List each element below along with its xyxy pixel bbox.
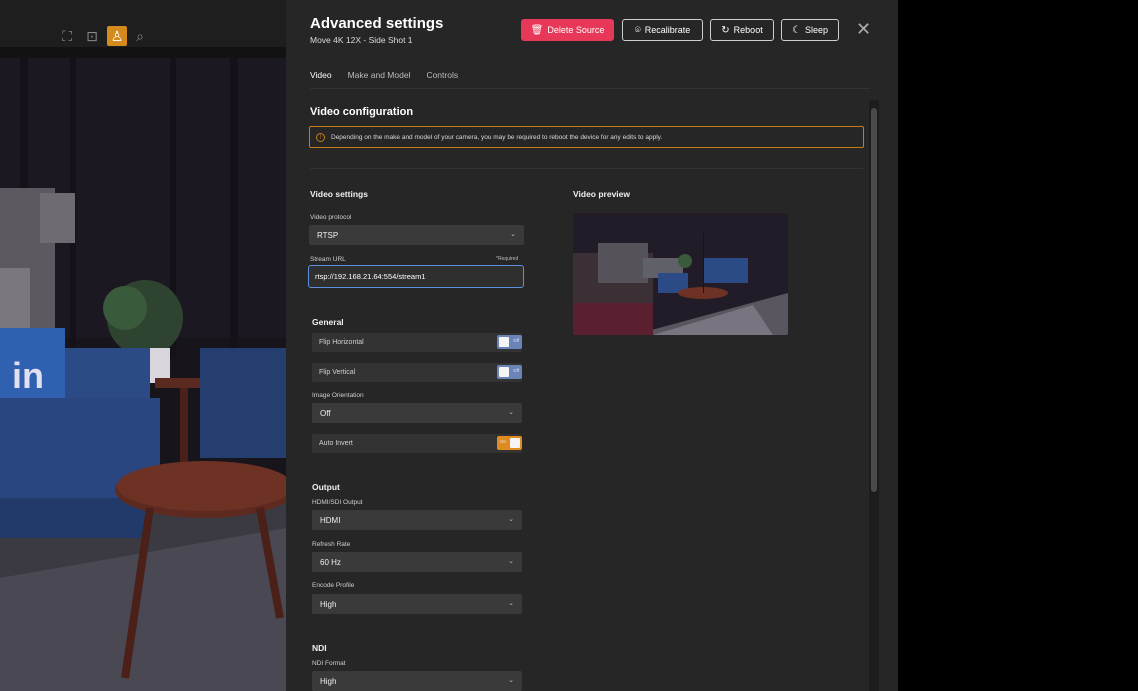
chevron-down-icon: ⌄ xyxy=(508,677,514,684)
refresh-icon: ↻ xyxy=(721,24,730,36)
advanced-settings-panel: Advanced settings Move 4K 12X - Side Sho… xyxy=(286,0,898,691)
stream-url-value: rtsp://192.168.21.64:554/stream1 xyxy=(315,272,426,281)
general-heading: General xyxy=(312,317,344,327)
settings-tabs: Video Make and Model Controls xyxy=(310,70,458,86)
flip-vertical-row: Flip Vertical Off xyxy=(312,363,522,382)
tab-make-and-model[interactable]: Make and Model xyxy=(348,70,411,86)
recalibrate-label: Recalibrate xyxy=(644,25,691,35)
auto-invert-toggle[interactable]: On xyxy=(497,436,522,450)
trash-icon: 🗑 xyxy=(530,24,544,36)
output-heading: Output xyxy=(312,482,340,492)
chevron-down-icon: ⌄ xyxy=(508,558,514,565)
hdmi-output-label: HDMI/SDI Output xyxy=(312,499,363,506)
frame-target-icon[interactable]: ⊡ xyxy=(82,26,102,46)
info-icon: ! xyxy=(316,132,325,142)
video-protocol-value: RTSP xyxy=(317,230,339,240)
reboot-label: Reboot xyxy=(733,25,763,35)
refresh-rate-value: 60 Hz xyxy=(320,557,341,567)
required-label: *Required xyxy=(496,256,519,262)
svg-text:in: in xyxy=(12,355,44,396)
video-preview-image xyxy=(573,213,788,335)
auto-invert-state: On xyxy=(500,439,507,444)
hdmi-output-select[interactable]: HDMI ⌄ xyxy=(312,510,522,530)
image-orientation-label: Image Orientation xyxy=(312,392,364,399)
sleep-label: Sleep xyxy=(804,25,828,35)
flip-vertical-state: Off xyxy=(513,368,519,373)
delete-source-button[interactable]: 🗑 Delete Source xyxy=(521,19,614,41)
refresh-rate-select[interactable]: 60 Hz ⌄ xyxy=(312,552,522,572)
reboot-notice: ! Depending on the make and model of you… xyxy=(309,126,864,148)
image-orientation-select[interactable]: Off ⌄ xyxy=(312,403,522,423)
video-protocol-select[interactable]: RTSP ⌄ xyxy=(309,225,524,245)
section-title: Video configuration xyxy=(310,106,414,118)
flip-vertical-label: Flip Vertical xyxy=(319,369,356,376)
moon-icon: ☾ xyxy=(792,24,801,36)
recalibrate-button[interactable]: ⌾ Recalibrate xyxy=(622,19,703,41)
tab-video[interactable]: Video xyxy=(310,70,332,86)
panel-title: Advanced settings xyxy=(310,15,444,32)
tabs-divider xyxy=(310,88,870,89)
image-orientation-value: Off xyxy=(320,408,331,418)
camera-feed-image: in xyxy=(0,58,286,691)
hdmi-output-value: HDMI xyxy=(320,515,341,525)
chevron-down-icon: ⌄ xyxy=(508,600,514,607)
section-divider xyxy=(310,168,863,169)
frame-select-icon[interactable]: ⛶ xyxy=(57,26,77,46)
stream-url-label: Stream URL xyxy=(310,256,346,263)
video-settings-heading: Video settings xyxy=(310,189,368,199)
app-window: ⛶ ⊡ ♙ ⌕ in Advanced settings Move 4K 12X… xyxy=(0,0,1138,691)
ndi-format-select[interactable]: High ⌄ xyxy=(312,671,522,691)
delete-source-label: Delete Source xyxy=(547,25,605,35)
chevron-down-icon: ⌄ xyxy=(508,516,514,523)
flip-vertical-toggle[interactable]: Off xyxy=(497,365,522,379)
auto-track-icon[interactable]: ♙ xyxy=(107,26,127,46)
auto-invert-label: Auto Invert xyxy=(319,440,353,447)
video-protocol-label: Video protocol xyxy=(310,214,352,221)
ndi-format-value: High xyxy=(320,676,337,686)
video-preview-heading: Video preview xyxy=(573,189,631,199)
notice-text: Depending on the make and model of your … xyxy=(331,133,663,141)
encode-profile-value: High xyxy=(320,599,337,609)
auto-invert-row: Auto Invert On xyxy=(312,434,522,453)
location-pin-icon: ⌾ xyxy=(634,24,641,36)
reboot-button[interactable]: ↻ Reboot xyxy=(710,19,774,41)
ndi-format-label: NDI Format xyxy=(312,660,346,667)
encode-profile-label: Encode Profile xyxy=(312,582,355,589)
encode-profile-select[interactable]: High ⌄ xyxy=(312,594,522,614)
panel-subtitle: Move 4K 12X - Side Shot 1 xyxy=(310,35,413,45)
chevron-down-icon: ⌄ xyxy=(510,231,516,238)
flip-horizontal-label: Flip Horizontal xyxy=(319,339,364,346)
panel-scrollbar[interactable] xyxy=(869,100,879,691)
zoom-icon[interactable]: ⌕ xyxy=(130,26,150,46)
close-icon[interactable]: ✕ xyxy=(856,19,871,39)
scrollbar-thumb[interactable] xyxy=(871,108,877,492)
flip-horizontal-state: Off xyxy=(513,338,519,343)
flip-horizontal-toggle[interactable]: Off xyxy=(497,335,522,349)
chevron-down-icon: ⌄ xyxy=(508,409,514,416)
camera-view: ⛶ ⊡ ♙ ⌕ in xyxy=(0,0,286,691)
stream-url-input[interactable]: rtsp://192.168.21.64:554/stream1 xyxy=(308,265,524,288)
flip-horizontal-row: Flip Horizontal Off xyxy=(312,333,522,352)
refresh-rate-label: Refresh Rate xyxy=(312,541,351,548)
sleep-button[interactable]: ☾ Sleep xyxy=(781,19,839,41)
ndi-heading: NDI xyxy=(312,643,327,653)
tab-controls[interactable]: Controls xyxy=(426,70,458,86)
